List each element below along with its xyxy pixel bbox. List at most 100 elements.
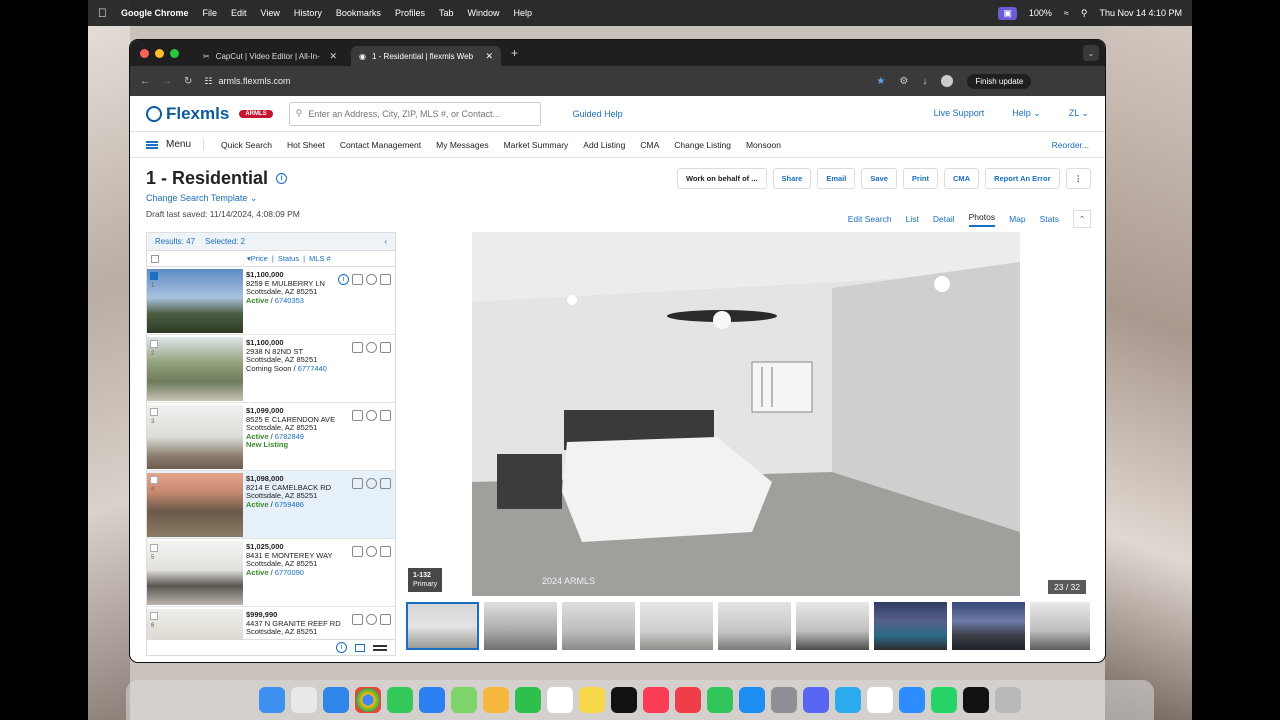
ban-icon[interactable] bbox=[366, 410, 377, 421]
photos-icon[interactable] bbox=[483, 687, 509, 713]
tab-capcut[interactable]: ✂ CapCut | Video Editor | All-In- ✕ bbox=[195, 46, 345, 66]
flexmls-logo[interactable]: Flexmls ARMLS bbox=[146, 104, 273, 124]
save-button[interactable]: Save bbox=[861, 168, 897, 189]
nav-change-listing[interactable]: Change Listing bbox=[674, 140, 731, 150]
minimize-window-icon[interactable] bbox=[155, 48, 164, 58]
briefcase-icon[interactable] bbox=[352, 342, 363, 353]
launchpad-icon[interactable] bbox=[291, 687, 317, 713]
nav-my-messages[interactable]: My Messages bbox=[436, 140, 488, 150]
nav-market-summary[interactable]: Market Summary bbox=[504, 140, 569, 150]
facetime-icon[interactable] bbox=[515, 687, 541, 713]
close-window-icon[interactable] bbox=[140, 48, 149, 58]
calendar-icon[interactable] bbox=[547, 687, 573, 713]
global-search[interactable]: ⚲ bbox=[288, 101, 541, 126]
zoom-icon[interactable] bbox=[899, 687, 925, 713]
screen-record-icon[interactable]: ▣ bbox=[998, 6, 1017, 20]
row-checkbox[interactable] bbox=[150, 408, 158, 416]
nav-hot-sheet[interactable]: Hot Sheet bbox=[287, 140, 325, 150]
selected-count[interactable]: Selected: 2 bbox=[205, 237, 245, 246]
maximize-window-icon[interactable] bbox=[170, 48, 179, 58]
capcut-icon[interactable] bbox=[963, 687, 989, 713]
edit-icon[interactable] bbox=[380, 546, 391, 557]
row-checkbox[interactable] bbox=[150, 340, 158, 348]
cma-button[interactable]: CMA bbox=[944, 168, 980, 189]
tab-list[interactable]: List bbox=[906, 214, 919, 224]
menubar-item-history[interactable]: History bbox=[294, 8, 322, 18]
photo-thumbnail[interactable] bbox=[562, 602, 635, 650]
menubar-datetime[interactable]: Thu Nov 14 4:10 PM bbox=[1099, 8, 1182, 18]
new-tab-icon[interactable]: + bbox=[511, 46, 518, 60]
listing-thumbnail[interactable] bbox=[147, 269, 243, 333]
tab-flexmls[interactable]: ◉ 1 - Residential | flexmls Web ✕ bbox=[351, 46, 501, 66]
menubar-item-view[interactable]: View bbox=[261, 8, 280, 18]
collapse-list-icon[interactable]: ‹ bbox=[384, 237, 387, 246]
listing-thumbnail[interactable] bbox=[147, 473, 243, 537]
row-checkbox[interactable] bbox=[150, 544, 158, 552]
select-all-checkbox[interactable] bbox=[151, 254, 159, 263]
photo-thumbnail[interactable] bbox=[796, 602, 869, 650]
ban-icon[interactable] bbox=[366, 274, 377, 285]
info-icon[interactable]: i bbox=[336, 642, 347, 653]
listing-row[interactable]: 3 $1,099,000 8525 E CLARENDON AVE Scotts… bbox=[147, 403, 395, 471]
nav-add-listing[interactable]: Add Listing bbox=[583, 140, 625, 150]
forward-icon[interactable]: → bbox=[162, 76, 172, 87]
row-checkbox[interactable] bbox=[150, 612, 158, 620]
listing-thumbnail[interactable] bbox=[147, 337, 243, 401]
mail-icon[interactable] bbox=[419, 687, 445, 713]
listing-thumbnail[interactable] bbox=[147, 541, 243, 605]
main-listing-photo[interactable]: 2024 ARMLS bbox=[472, 232, 1020, 596]
tab-edit-search[interactable]: Edit Search bbox=[848, 214, 892, 224]
telegram-icon[interactable] bbox=[835, 687, 861, 713]
apple-icon[interactable]:  bbox=[98, 6, 107, 20]
whatsapp-icon[interactable] bbox=[931, 687, 957, 713]
maps-icon[interactable] bbox=[451, 687, 477, 713]
search-icon[interactable]: ⚲ bbox=[1081, 8, 1088, 19]
settings-icon[interactable] bbox=[771, 687, 797, 713]
menubar-item-profiles[interactable]: Profiles bbox=[395, 8, 425, 18]
listing-row[interactable]: 5 $1,025,000 8431 E MONTEREY WAY Scottsd… bbox=[147, 539, 395, 607]
ban-icon[interactable] bbox=[366, 478, 377, 489]
column-mls[interactable]: MLS # bbox=[309, 254, 331, 263]
tab-stats[interactable]: Stats bbox=[1040, 214, 1059, 224]
more-options-icon[interactable]: ⋮ bbox=[1065, 168, 1091, 189]
tab-detail[interactable]: Detail bbox=[933, 214, 955, 224]
site-info-icon[interactable]: ☷ bbox=[204, 76, 212, 87]
menubar-item-edit[interactable]: Edit bbox=[231, 8, 247, 18]
numbers-icon[interactable] bbox=[707, 687, 733, 713]
messages-icon[interactable] bbox=[387, 687, 413, 713]
edit-icon[interactable] bbox=[380, 342, 391, 353]
work-on-behalf-button[interactable]: Work on behalf of ... bbox=[676, 168, 767, 189]
briefcase-icon[interactable] bbox=[352, 478, 363, 489]
nav-contact-management[interactable]: Contact Management bbox=[340, 140, 421, 150]
listing-thumbnail[interactable] bbox=[147, 405, 243, 469]
menu-button[interactable]: Menu bbox=[146, 139, 205, 150]
listing-row[interactable]: 2 $1,100,000 2938 N 82ND ST Scottsdale, … bbox=[147, 335, 395, 403]
briefcase-icon[interactable] bbox=[352, 546, 363, 557]
report-error-button[interactable]: Report An Error bbox=[985, 168, 1060, 189]
news-icon[interactable] bbox=[675, 687, 701, 713]
sort-price-header[interactable]: ▾Price bbox=[247, 254, 268, 263]
edit-icon[interactable] bbox=[380, 614, 391, 625]
photo-thumbnail[interactable] bbox=[718, 602, 791, 650]
row-checkbox[interactable] bbox=[150, 476, 158, 484]
photo-thumbnail[interactable] bbox=[952, 602, 1025, 650]
tab-search-icon[interactable]: ⌄ bbox=[1083, 45, 1099, 61]
listing-mls[interactable]: 6777440 bbox=[298, 364, 327, 373]
discord-icon[interactable] bbox=[803, 687, 829, 713]
live-support-link[interactable]: Live Support bbox=[934, 108, 985, 119]
listing-mls[interactable]: 6740353 bbox=[275, 296, 304, 305]
photo-thumbnail[interactable] bbox=[484, 602, 557, 650]
menubar-item-tab[interactable]: Tab bbox=[439, 8, 454, 18]
safari-icon[interactable] bbox=[323, 687, 349, 713]
listing-row[interactable]: 4 $1,098,000 8214 E CAMELBACK RD Scottsd… bbox=[147, 471, 395, 539]
guided-help-link[interactable]: Guided Help bbox=[573, 109, 623, 119]
music-icon[interactable] bbox=[643, 687, 669, 713]
finish-update-button[interactable]: Finish update bbox=[967, 73, 1032, 89]
email-button[interactable]: Email bbox=[817, 168, 856, 189]
ban-icon[interactable] bbox=[366, 546, 377, 557]
ban-icon[interactable] bbox=[366, 342, 377, 353]
menubar-item-file[interactable]: File bbox=[203, 8, 218, 18]
search-input[interactable] bbox=[308, 108, 529, 119]
nav-cma[interactable]: CMA bbox=[640, 140, 659, 150]
listing-mls[interactable]: 6759486 bbox=[275, 500, 304, 509]
